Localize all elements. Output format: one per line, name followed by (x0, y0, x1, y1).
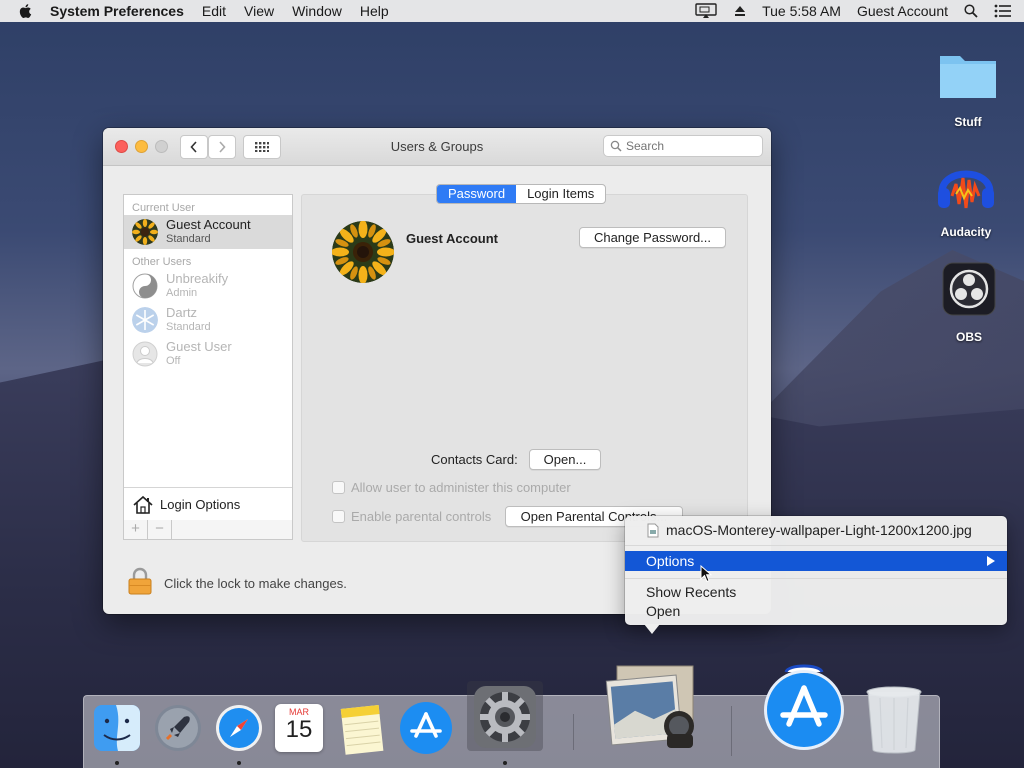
submenu-arrow-icon (987, 556, 995, 566)
allow-admin-label: Allow user to administer this computer (351, 480, 571, 495)
menu-item-open[interactable]: Open (625, 601, 1007, 621)
running-indicator (115, 761, 119, 765)
trash-icon[interactable] (864, 684, 924, 756)
user-list: Current User Guest Account Standard Othe… (123, 194, 293, 540)
sunflower-avatar-icon (132, 219, 158, 245)
lock-icon[interactable] (127, 566, 153, 596)
login-options-label: Login Options (160, 497, 241, 512)
options-label: Options (646, 553, 695, 569)
finder-icon[interactable] (92, 703, 142, 753)
add-user-button[interactable]: + (124, 520, 148, 539)
running-indicator (503, 761, 507, 765)
dock-context-menu: macOS-Monterey-wallpaper-Light-1200x1200… (625, 516, 1007, 625)
user-name: Unbreakify (166, 271, 229, 286)
user-picture-sunflower-icon[interactable] (332, 221, 394, 283)
parental-controls-label: Enable parental controls (351, 509, 492, 524)
airplay-display-icon[interactable] (694, 3, 718, 19)
recent-file-name: macOS-Monterey-wallpaper-Light-1200x1200… (666, 522, 972, 538)
login-options-item[interactable]: Login Options (124, 487, 292, 521)
dock-separator (731, 706, 732, 756)
user-role: Admin (166, 287, 198, 299)
lock-message: Click the lock to make changes. (164, 576, 347, 591)
launchpad-icon[interactable] (153, 703, 203, 753)
allow-admin-checkbox[interactable]: Allow user to administer this computer (332, 480, 571, 495)
tab-bar: Password Login Items (436, 184, 607, 204)
current-user-header: Current User (132, 202, 195, 214)
add-remove-bar: + − (123, 520, 293, 540)
user-full-name: Guest Account (406, 231, 498, 246)
checkbox-box[interactable] (332, 510, 345, 523)
desktop-item-obs[interactable]: OBS (929, 259, 1009, 344)
search-input[interactable] (626, 139, 746, 153)
menu-edit[interactable]: Edit (202, 3, 226, 19)
menu-app-name[interactable]: System Preferences (50, 3, 184, 19)
menu-item-options[interactable]: Options (625, 551, 1007, 571)
user-list-item-guest-account[interactable]: Guest Account Standard (124, 215, 292, 249)
checkbox-box[interactable] (332, 481, 345, 494)
user-list-item-unbreakify[interactable]: Unbreakify Admin (124, 269, 292, 303)
eject-icon[interactable] (734, 5, 746, 17)
folder-icon (940, 56, 996, 98)
parental-controls-checkbox[interactable]: Enable parental controls (332, 509, 491, 524)
search-field[interactable] (603, 135, 763, 157)
contacts-card-label: Contacts Card: (431, 452, 518, 467)
user-name: Dartz (166, 305, 198, 320)
menu-separator (625, 578, 1007, 579)
menu-bar: System Preferences Edit View Window Help… (0, 0, 1024, 22)
menu-view[interactable]: View (244, 3, 274, 19)
app-store-icon[interactable] (398, 700, 454, 756)
user-role: Standard (166, 233, 211, 245)
snowflake-avatar-icon (132, 307, 158, 333)
running-indicator (237, 761, 241, 765)
desktop-item-stuff[interactable]: Stuff (928, 44, 1008, 129)
calendar-icon[interactable]: MAR 15 (275, 704, 323, 752)
other-users-header: Other Users (132, 256, 192, 268)
tab-login-items[interactable]: Login Items (516, 185, 605, 203)
menu-clock[interactable]: Tue 5:58 AM (762, 3, 841, 19)
spotlight-search-icon[interactable] (964, 4, 978, 18)
calendar-day: 15 (285, 716, 313, 743)
change-password-button[interactable]: Change Password... (579, 227, 726, 248)
desktop-item-label: Audacity (940, 225, 992, 239)
user-list-item-dartz[interactable]: Dartz Standard (124, 303, 292, 337)
user-name: Guest Account (166, 217, 251, 232)
notes-icon[interactable] (337, 703, 385, 755)
mouse-cursor-icon (700, 565, 712, 583)
dock-separator (573, 714, 574, 750)
desktop-item-label: OBS (955, 330, 982, 344)
yin-yang-avatar-icon (132, 273, 158, 299)
menu-help[interactable]: Help (360, 3, 389, 19)
contacts-open-button[interactable]: Open... (529, 449, 601, 470)
context-menu-pointer (644, 624, 660, 634)
user-role: Off (166, 355, 181, 367)
window-titlebar[interactable]: Users & Groups (103, 128, 771, 166)
menu-separator (625, 545, 1007, 546)
notification-center-icon[interactable] (994, 4, 1012, 18)
desktop-item-label: Stuff (954, 115, 982, 129)
remove-user-button[interactable]: − (148, 520, 172, 539)
menu-item-show-recents[interactable]: Show Recents (625, 582, 1007, 602)
person-avatar-icon (132, 341, 158, 367)
menu-user[interactable]: Guest Account (857, 3, 948, 19)
obs-icon (942, 262, 996, 316)
tab-password[interactable]: Password (437, 185, 517, 203)
user-role: Standard (166, 321, 211, 333)
preview-icon[interactable] (605, 664, 701, 750)
search-icon (610, 140, 622, 152)
apple-menu-icon[interactable] (16, 1, 36, 21)
desktop-item-audacity[interactable]: Audacity (926, 154, 1006, 239)
user-name: Guest User (166, 339, 232, 354)
image-file-icon (647, 523, 659, 538)
safari-icon[interactable] (214, 703, 264, 753)
menu-item-recent-file[interactable]: macOS-Monterey-wallpaper-Light-1200x1200… (625, 520, 1007, 540)
app-store-large-icon[interactable] (762, 660, 846, 756)
audacity-icon (938, 170, 994, 209)
menu-window[interactable]: Window (292, 3, 342, 19)
system-preferences-icon[interactable] (472, 684, 538, 750)
house-icon (133, 495, 153, 514)
user-list-item-guest-user[interactable]: Guest User Off (124, 337, 292, 371)
